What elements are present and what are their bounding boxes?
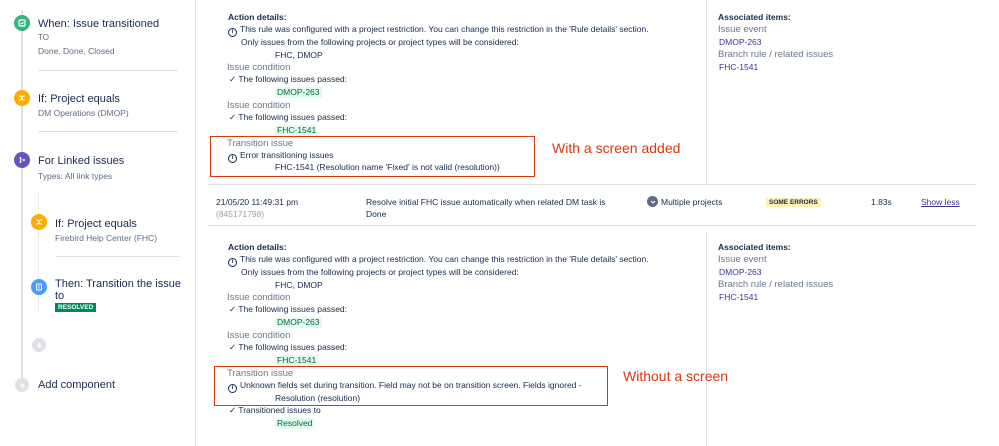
transition-label: Transition issue	[227, 138, 294, 149]
branch-rule-link[interactable]: FHC-1541	[719, 292, 758, 303]
info-icon: i	[228, 154, 237, 163]
status-lozenge: SOME ERRORS	[766, 198, 821, 207]
transition-error-detail: FHC-1541 (Resolution name 'Fixed' is not…	[275, 162, 500, 172]
resolved-badge: RESOLVED	[55, 303, 97, 312]
condition-sub: DM Operations (DMOP)	[38, 108, 129, 118]
node-divider	[55, 256, 180, 257]
node-divider	[38, 131, 178, 132]
panel-divider	[195, 0, 196, 446]
annotation-label: With a screen added	[552, 140, 681, 156]
action-title[interactable]: Then: Transition the issue	[55, 278, 181, 290]
condition-label: Issue condition	[227, 292, 291, 303]
project-list: FHC, DMOP	[275, 50, 323, 60]
audit-summary: Resolve initial FHC issue automatically …	[366, 197, 606, 207]
condition-label: Issue condition	[227, 330, 291, 341]
flow-connector	[21, 10, 23, 390]
check-icon: ✓	[229, 304, 237, 314]
annotation-label: Without a screen	[623, 368, 729, 384]
multiple-projects-icon	[647, 196, 658, 207]
issue-link[interactable]: FHC-1541	[275, 355, 319, 366]
trigger-title[interactable]: When: Issue transitioned	[38, 18, 159, 30]
action-details-heading: Action details:	[228, 12, 287, 22]
action-details-heading: Action details:	[228, 242, 287, 252]
issue-link[interactable]: DMOP-263	[275, 87, 322, 98]
add-to-branch-icon[interactable]	[32, 338, 46, 352]
audit-datetime: 21/05/20 11:49:31 pm	[216, 197, 299, 207]
branch-icon[interactable]	[14, 152, 30, 168]
issue-event-label: Issue event	[718, 24, 767, 35]
condition-label: Issue condition	[227, 100, 291, 111]
node-divider	[38, 70, 178, 71]
branch-rule-label: Branch rule / related issues	[718, 279, 834, 290]
restriction-line: Only issues from the following projects …	[241, 37, 519, 47]
assoc-divider	[706, 0, 707, 184]
trigger-sub-to: TO	[38, 33, 49, 42]
restriction-line: i This rule was configured with a project…	[228, 254, 649, 267]
check-icon: ✓	[229, 112, 237, 122]
restriction-line: Only issues from the following projects …	[241, 267, 519, 277]
audit-scope: Multiple projects	[661, 197, 723, 207]
info-icon: i	[228, 258, 237, 267]
row-divider-bottom	[208, 225, 976, 226]
condition-passed: ✓ The following issues passed:	[229, 112, 348, 122]
transitioned-issues: ✓ Transitioned issues to	[229, 405, 321, 415]
branch-rule-link[interactable]: FHC-1541	[719, 62, 758, 73]
condition-sub: Firebird Help Center (FHC)	[55, 233, 158, 243]
branch-sub: Types: All link types	[38, 171, 113, 181]
show-less-link[interactable]: Show less	[921, 197, 960, 208]
transition-warning: i Unknown fields set during transition. F…	[228, 380, 582, 393]
audit-id: (845171798)	[216, 209, 265, 219]
info-icon: i	[228, 28, 237, 37]
issue-link[interactable]: DMOP-263	[275, 317, 322, 328]
condition-title[interactable]: If: Project equals	[55, 218, 137, 230]
issue-event-link[interactable]: DMOP-263	[719, 37, 762, 48]
audit-summary-cont: Done	[366, 209, 387, 219]
check-icon: ✓	[229, 342, 237, 352]
trigger-icon[interactable]	[14, 15, 30, 31]
condition-icon[interactable]	[31, 214, 47, 230]
condition-passed: ✓ The following issues passed:	[229, 342, 348, 352]
action-icon[interactable]	[31, 279, 47, 295]
action-title-cont: to	[55, 290, 65, 302]
condition-passed: ✓ The following issues passed:	[229, 74, 348, 84]
transition-warning-cont: Resolution (resolution)	[275, 393, 361, 403]
issue-event-label: Issue event	[718, 254, 767, 265]
add-component-button[interactable]: Add component	[38, 379, 115, 391]
check-icon: ✓	[229, 74, 237, 84]
trigger-statuses: Done, Done, Closed	[38, 46, 115, 56]
branch-rule-label: Branch rule / related issues	[718, 49, 834, 60]
transition-label: Transition issue	[227, 368, 294, 379]
check-icon: ✓	[229, 405, 237, 415]
issue-event-link[interactable]: DMOP-263	[719, 267, 762, 278]
associated-items-heading: Associated items:	[718, 12, 791, 22]
condition-title[interactable]: If: Project equals	[38, 93, 120, 105]
add-component-icon[interactable]	[15, 378, 29, 392]
condition-passed: ✓ The following issues passed:	[229, 304, 348, 314]
status-value: Resolved	[275, 418, 315, 429]
assoc-divider	[706, 232, 707, 446]
restriction-line: i This rule was configured with a project…	[228, 24, 649, 37]
associated-items-heading: Associated items:	[718, 242, 791, 252]
audit-duration: 1.83s	[871, 197, 892, 207]
issue-link[interactable]: FHC-1541	[275, 125, 319, 136]
row-divider-top	[208, 184, 976, 185]
condition-icon[interactable]	[14, 90, 30, 106]
project-list: FHC, DMOP	[275, 280, 323, 290]
info-icon: i	[228, 384, 237, 393]
branch-title[interactable]: For Linked issues	[38, 155, 124, 167]
condition-label: Issue condition	[227, 62, 291, 73]
